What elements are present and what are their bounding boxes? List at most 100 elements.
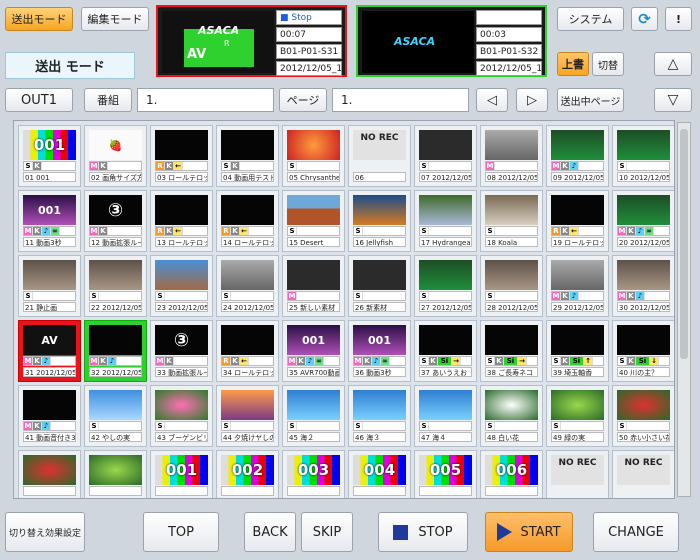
- marker-icon: M: [288, 357, 297, 365]
- clip-cell[interactable]: 001 M K ♪ ∞ 11 動画3秒: [18, 190, 81, 252]
- clip-thumbnail: [353, 260, 406, 290]
- clip-cell[interactable]: S 49 緑の実: [546, 385, 609, 447]
- refresh-icon[interactable]: ⟳: [631, 7, 658, 31]
- clip-cell[interactable]: ③ M K 33 動画拡張ル−: [150, 320, 213, 382]
- clip-cell[interactable]: S 21 静止画: [18, 255, 81, 317]
- stop-button[interactable]: STOP: [378, 512, 468, 552]
- clip-markers: MK: [89, 161, 142, 171]
- next-page-icon[interactable]: ▷: [516, 88, 548, 112]
- clip-cell[interactable]: NO REC 06: [348, 125, 411, 187]
- clip-cell[interactable]: S K 04 動画用テスト: [216, 125, 279, 187]
- clip-cell[interactable]: S 26 新素材: [348, 255, 411, 317]
- alert-button[interactable]: !: [665, 7, 692, 31]
- clip-cell[interactable]: 001 S K 01 001: [18, 125, 81, 187]
- scrollbar[interactable]: [677, 122, 691, 497]
- clip-cell[interactable]: S 44 夕焼けヤしの: [216, 385, 279, 447]
- scrollbar-thumb[interactable]: [680, 129, 688, 359]
- clip-cell[interactable]: S 24 2012/12/05: [216, 255, 279, 317]
- transition-effect-button[interactable]: 切り替え効果設定: [5, 512, 85, 552]
- clip-cell[interactable]: S 18 Koala: [480, 190, 543, 252]
- clip-cell[interactable]: S 50 赤い小さい花: [612, 385, 674, 447]
- clip-cell[interactable]: [84, 450, 147, 498]
- clip-cell[interactable]: M K ♪ 29 2012/12/05: [546, 255, 609, 317]
- clip-cell[interactable]: S 17 Hydrangeas: [414, 190, 477, 252]
- clip-cell[interactable]: S 05 Chrysanther: [282, 125, 345, 187]
- program-field[interactable]: 1.: [137, 88, 274, 112]
- clip-cell[interactable]: 006: [480, 450, 543, 498]
- clip-cell[interactable]: R K ← 03 ロールテロッ: [150, 125, 213, 187]
- clip-cell[interactable]: R K ← 14 ロールテロッ: [216, 190, 279, 252]
- clip-cell[interactable]: S 22 2012/12/05: [84, 255, 147, 317]
- clip-cell[interactable]: S 47 海４: [414, 385, 477, 447]
- clip-thumbnail: 001: [353, 325, 406, 355]
- switch-button[interactable]: 切替: [592, 52, 624, 76]
- clip-cell[interactable]: M K ♪ 30 2012/12/05: [612, 255, 674, 317]
- system-button[interactable]: システム: [557, 7, 624, 31]
- top-button[interactable]: TOP: [143, 512, 219, 552]
- clip-cell[interactable]: NO REC: [612, 450, 674, 498]
- start-button[interactable]: START: [485, 512, 573, 552]
- clip-cell[interactable]: 001: [150, 450, 213, 498]
- clip-cell[interactable]: S 43 ブーゲンビリ: [150, 385, 213, 447]
- clip-cell[interactable]: 004: [348, 450, 411, 498]
- clip-cell[interactable]: 001 M K ♪ ∞ 35 AVR700動画: [282, 320, 345, 382]
- clip-cell[interactable]: 002: [216, 450, 279, 498]
- clip-cell[interactable]: S 23 2012/12/05: [150, 255, 213, 317]
- clip-cell[interactable]: NO REC: [546, 450, 609, 498]
- marker-icon: ↓: [650, 357, 659, 365]
- clip-cell[interactable]: AV M K ♪ 31 2012/12/05: [18, 320, 81, 382]
- change-button[interactable]: CHANGE: [593, 512, 679, 552]
- clip-cell[interactable]: M 25 新しい素材: [282, 255, 345, 317]
- output-button[interactable]: OUT1: [5, 88, 73, 112]
- scroll-down-button[interactable]: ▽: [654, 88, 692, 112]
- marker-icon: Si: [636, 357, 650, 365]
- overwrite-button[interactable]: 上書: [557, 52, 589, 76]
- clip-cell[interactable]: [18, 450, 81, 498]
- program-label[interactable]: 番組: [84, 88, 132, 112]
- clip-cell[interactable]: S 15 Desert: [282, 190, 345, 252]
- clip-cell[interactable]: S 16 Jellyfish: [348, 190, 411, 252]
- clip-markers: [221, 486, 274, 496]
- clip-thumbnail: [617, 195, 670, 225]
- clip-cell[interactable]: S K Si ↑ 39 埼玉軸香: [546, 320, 609, 382]
- clip-cell[interactable]: S 07 2012/12/05: [414, 125, 477, 187]
- on-air-page-button[interactable]: 送出中ページ: [557, 88, 624, 112]
- clip-markers: M K ♪ ∞: [353, 356, 406, 366]
- clip-cell[interactable]: R K ← 19 ロールテロッ: [546, 190, 609, 252]
- clip-cell[interactable]: S K Si → 37 あいうえお: [414, 320, 477, 382]
- clip-thumbnail: [89, 325, 142, 355]
- send-mode-button[interactable]: 送出モード: [5, 7, 73, 31]
- clip-cell[interactable]: 005: [414, 450, 477, 498]
- clip-cell[interactable]: S 46 海３: [348, 385, 411, 447]
- clip-cell[interactable]: M 08 2012/12/05: [480, 125, 543, 187]
- clip-cell[interactable]: S 27 2012/12/05: [414, 255, 477, 317]
- clip-cell[interactable]: M K ♪ 32 2012/12/05: [84, 320, 147, 382]
- page-label[interactable]: ページ: [279, 88, 327, 112]
- edit-mode-button[interactable]: 編集モード: [81, 7, 149, 31]
- back-button[interactable]: BACK: [244, 512, 296, 552]
- clip-cell[interactable]: S 10 2012/12/05: [612, 125, 674, 187]
- clip-label: 46 海３: [353, 432, 406, 442]
- clip-cell[interactable]: S K Si ↓ 40 川の主？: [612, 320, 674, 382]
- clip-cell[interactable]: R K ← 34 ロールテロッ: [216, 320, 279, 382]
- clip-cell[interactable]: S 28 2012/12/05: [480, 255, 543, 317]
- clip-cell[interactable]: 🍓 M K 02 画角サイズ方: [84, 125, 147, 187]
- clip-cell[interactable]: 003: [282, 450, 345, 498]
- clip-cell[interactable]: 001 M K ♪ ∞ 36 動画3秒: [348, 320, 411, 382]
- clip-cell[interactable]: S K Si → 38 ご長寿ネコ: [480, 320, 543, 382]
- clip-cell[interactable]: R K ← 13 ロールテロッ: [150, 190, 213, 252]
- clip-cell[interactable]: M K ♪ 09 2012/12/05: [546, 125, 609, 187]
- clip-cell[interactable]: ③ M K 12 動画拡張ル−: [84, 190, 147, 252]
- clip-cell[interactable]: S 48 白い花: [480, 385, 543, 447]
- clip-cell[interactable]: M K ♪ 41 動画音付き3: [18, 385, 81, 447]
- marker-icon: K: [33, 162, 42, 170]
- clip-cell[interactable]: M K ♪ ∞ 20 2012/12/05: [612, 190, 674, 252]
- clip-cell[interactable]: S 42 やしの実: [84, 385, 147, 447]
- clip-thumbnail: 006: [485, 455, 538, 485]
- prev-page-icon[interactable]: ◁: [476, 88, 508, 112]
- clip-markers: [485, 486, 538, 496]
- scroll-up-button[interactable]: △: [654, 52, 692, 76]
- page-field[interactable]: 1.: [332, 88, 469, 112]
- clip-cell[interactable]: S 45 海２: [282, 385, 345, 447]
- skip-button[interactable]: SKIP: [301, 512, 353, 552]
